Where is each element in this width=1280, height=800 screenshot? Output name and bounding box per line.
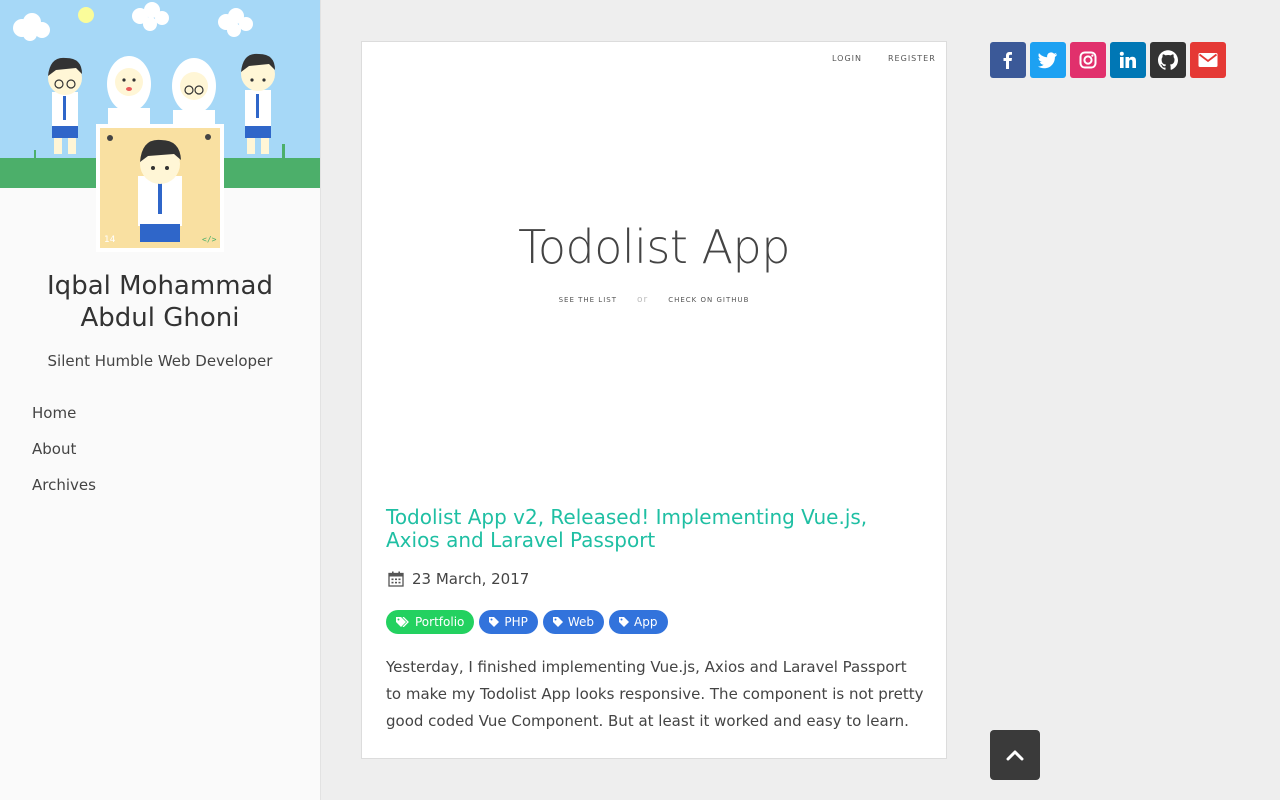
tags-icon: [396, 617, 409, 627]
linkedin-icon: [1119, 51, 1136, 68]
tag-icon: [619, 617, 630, 627]
tag-portfolio[interactable]: Portfolio: [386, 610, 475, 634]
github-button[interactable]: [1150, 42, 1186, 78]
social-links: [990, 42, 1226, 78]
post-excerpt: Yesterday, I finished implementing Vue.j…: [386, 658, 924, 730]
preview-app-title: Todolist App: [518, 220, 790, 274]
sidebar-nav: Home About Archives: [32, 402, 96, 510]
post-title-link[interactable]: Todolist App v2, Released! Implementing …: [386, 506, 926, 552]
nav-item-about[interactable]: About: [32, 438, 96, 474]
linkedin-button[interactable]: [1110, 42, 1146, 78]
svg-text:</>: </>: [202, 235, 217, 244]
tag-label: Portfolio: [415, 615, 465, 629]
chevron-up-icon: [1006, 750, 1024, 761]
preview-github-link: CHECK ON GITHUB: [668, 296, 750, 304]
avatar: 14 </>: [96, 124, 224, 252]
tag-icon: [489, 617, 500, 627]
tag-web[interactable]: Web: [542, 610, 605, 634]
preview-or-separator: or: [636, 295, 649, 305]
instagram-icon: [1079, 51, 1097, 69]
preview-app-links: SEE THE LIST or CHECK ON GITHUB: [362, 295, 946, 305]
avatar-number: 14: [104, 235, 116, 245]
calendar-icon: [388, 571, 404, 587]
site-title-line2: Abdul Ghoni: [80, 303, 240, 333]
sidebar: 14 </> Iqbal Mohammad Abdul Ghoni Silent…: [0, 0, 321, 800]
email-icon: [1198, 53, 1218, 67]
back-to-top-button[interactable]: [990, 730, 1040, 780]
nav-item-archives[interactable]: Archives: [32, 474, 96, 510]
tag-label: Web: [567, 615, 595, 629]
tag-label: App: [634, 615, 658, 629]
tag-icon: [552, 617, 563, 627]
tag-label: PHP: [504, 615, 528, 629]
tag-php[interactable]: PHP: [479, 610, 538, 634]
post-featured-image[interactable]: LOGIN REGISTER Todolist App SEE THE LIST…: [362, 42, 946, 492]
twitter-icon: [1038, 52, 1057, 69]
post-tags: Portfolio PHP Web App: [386, 610, 668, 634]
facebook-icon: [1003, 52, 1012, 69]
preview-login-link: LOGIN: [832, 54, 863, 63]
post-card: LOGIN REGISTER Todolist App SEE THE LIST…: [361, 41, 947, 759]
instagram-button[interactable]: [1070, 42, 1106, 78]
preview-register-link: REGISTER: [888, 54, 936, 63]
post-date: 23 March, 2017: [388, 570, 529, 588]
twitter-button[interactable]: [1030, 42, 1066, 78]
github-icon: [1158, 50, 1178, 70]
site-tagline: Silent Humble Web Developer: [47, 352, 273, 370]
post-date-text: 23 March, 2017: [412, 570, 530, 588]
site-title: Iqbal Mohammad Abdul Ghoni: [0, 270, 320, 334]
facebook-button[interactable]: [990, 42, 1026, 78]
email-button[interactable]: [1190, 42, 1226, 78]
tag-app[interactable]: App: [609, 610, 668, 634]
preview-see-list-link: SEE THE LIST: [558, 296, 617, 304]
nav-item-home[interactable]: Home: [32, 402, 96, 438]
site-title-line1: Iqbal Mohammad: [47, 271, 273, 301]
